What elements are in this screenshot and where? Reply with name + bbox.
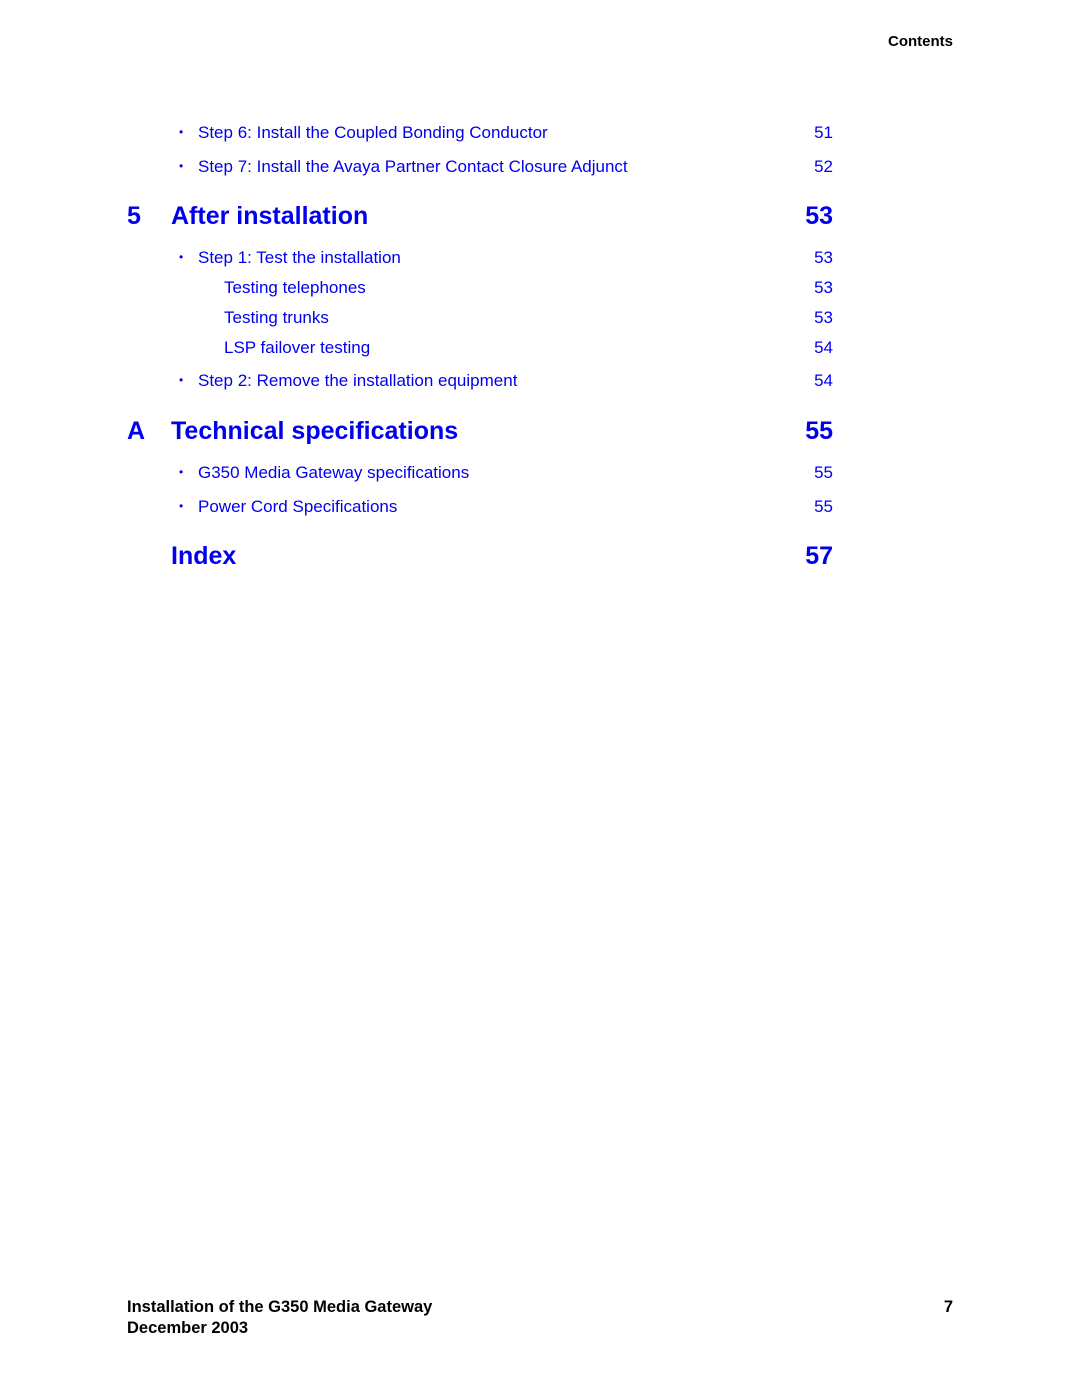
chapter-page[interactable]: 55 bbox=[773, 417, 833, 446]
chapter-page[interactable]: 53 bbox=[773, 202, 833, 231]
toc-entry-label[interactable]: Power Cord Specifications bbox=[198, 497, 397, 517]
running-header-section: Contents bbox=[888, 33, 953, 50]
bullet-icon: • bbox=[179, 159, 184, 173]
bullet-icon: • bbox=[179, 465, 184, 479]
toc-subentry-page[interactable]: 54 bbox=[773, 338, 833, 358]
toc-entry-label[interactable]: Step 1: Test the installation bbox=[198, 248, 401, 268]
bullet-icon: • bbox=[179, 250, 184, 264]
chapter-title[interactable]: After installation bbox=[171, 202, 368, 231]
chapter-number: A bbox=[127, 417, 146, 445]
toc-entry-label[interactable]: G350 Media Gateway specifications bbox=[198, 463, 469, 483]
toc-entry-page[interactable]: 55 bbox=[773, 497, 833, 517]
bullet-icon: • bbox=[179, 499, 184, 513]
toc-subentry-label[interactable]: Testing telephones bbox=[224, 278, 366, 298]
toc-subentry-label[interactable]: Testing trunks bbox=[224, 308, 329, 328]
toc-subentry-label[interactable]: LSP failover testing bbox=[224, 338, 370, 358]
toc-entry-page[interactable]: 51 bbox=[773, 123, 833, 143]
toc-entry-label[interactable]: Step 7: Install the Avaya Partner Contac… bbox=[198, 157, 628, 177]
chapter-number: 5 bbox=[127, 202, 141, 230]
footer-date: December 2003 bbox=[127, 1319, 249, 1337]
chapter-title[interactable]: Technical specifications bbox=[171, 417, 458, 446]
footer-page-number: 7 bbox=[943, 1298, 953, 1316]
toc-entry-label[interactable]: Step 2: Remove the installation equipmen… bbox=[198, 371, 517, 391]
bullet-icon: • bbox=[179, 125, 184, 139]
toc-entry-label[interactable]: Step 6: Install the Coupled Bonding Cond… bbox=[198, 123, 548, 143]
toc-entry-page[interactable]: 54 bbox=[773, 371, 833, 391]
toc-entry-page[interactable]: 52 bbox=[773, 157, 833, 177]
footer-doc-title: Installation of the G350 Media Gateway bbox=[127, 1298, 433, 1316]
chapter-page[interactable]: 57 bbox=[773, 542, 833, 571]
toc-entry-page[interactable]: 55 bbox=[773, 463, 833, 483]
toc-subentry-page[interactable]: 53 bbox=[773, 308, 833, 328]
chapter-title[interactable]: Index bbox=[171, 542, 236, 571]
toc-entry-page[interactable]: 53 bbox=[773, 248, 833, 268]
bullet-icon: • bbox=[179, 373, 184, 387]
toc-subentry-page[interactable]: 53 bbox=[773, 278, 833, 298]
